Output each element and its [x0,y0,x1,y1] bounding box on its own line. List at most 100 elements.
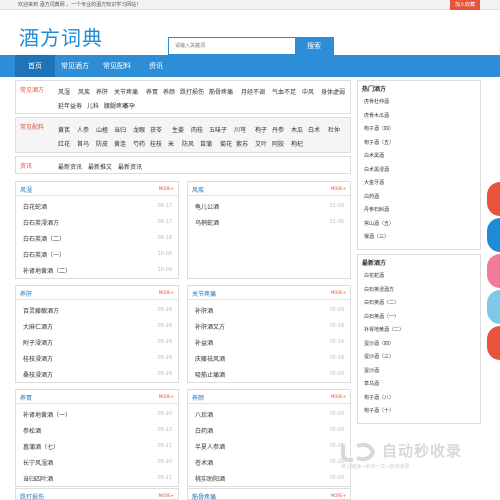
sidebar-item[interactable]: 补肾地黄酒（二） [364,326,404,333]
more-link[interactable]: MORE+ [159,394,174,399]
ingredient-tag[interactable]: 红花 [58,139,70,148]
recipe-tag[interactable]: 延年益寿 [58,101,82,110]
ingredient-tag[interactable]: 木瓜 [291,125,303,134]
sidebar-item[interactable]: 猴酒（三） [364,233,389,240]
list-item[interactable]: 菖蒲酒（七） [23,442,59,451]
ingredient-tag[interactable]: 防风 [182,139,194,148]
list-item[interactable]: 吸筋止痛酒 [195,370,225,379]
recipe-tag[interactable]: 养颜 [163,87,175,96]
recipe-tag[interactable]: 儿科 [87,101,99,110]
ingredient-tag[interactable]: 五味子 [209,125,227,134]
search-button[interactable]: 搜索 [295,38,333,54]
sidebar-item[interactable]: 白术黑浸酒 [364,166,389,173]
sidebar-item[interactable]: 蛋沙酒（三） [364,353,394,360]
list-item[interactable]: 参松酒 [23,426,41,435]
panel-title[interactable]: 养肝 [20,289,32,298]
list-item[interactable]: 补肾地黄酒（一） [23,410,71,419]
list-item[interactable]: 龟儿公酒 [195,202,219,211]
more-link[interactable]: MORE+ [159,290,174,295]
news-tag[interactable]: 最新推文 [88,162,112,171]
news-tag[interactable]: 最新资讯 [58,162,82,171]
sidebar-item[interactable]: 枸子酒（四） [364,125,394,132]
list-item[interactable]: 当归四叶酒 [23,474,53,483]
ingredient-tag[interactable]: 丹参 [272,125,284,134]
sidebar-item[interactable]: 常山酒（五） [364,220,394,227]
ingredient-tag[interactable]: 茯苓 [150,125,162,134]
list-item[interactable]: 桂枝浸酒方 [23,354,53,363]
list-item[interactable]: 半夏人参酒 [195,442,225,451]
list-item[interactable]: 补益酒 [195,338,213,347]
more-link[interactable]: MORE+ [331,290,346,295]
sidebar-item[interactable]: 白药酒 [364,193,379,200]
sidebar-item[interactable]: 白石英浸酒方 [364,286,394,293]
ingredient-tag[interactable]: 米 [168,139,174,148]
floating-side-button[interactable] [487,326,500,360]
ingredient-tag[interactable]: 杜仲 [328,125,340,134]
ingredient-tag[interactable]: 菊花 [220,139,232,148]
list-item[interactable]: 白石英酒（二） [23,234,65,243]
news-tag[interactable]: 最新资讯 [118,162,142,171]
recipe-tag[interactable]: 月经不调 [241,87,265,96]
sidebar-item[interactable]: 枸子酒（八） [364,394,394,401]
recipe-tag[interactable]: 风疾 [78,87,90,96]
nav-item-recipes[interactable]: 常见酒方 [55,55,95,77]
more-link[interactable]: MORE+ [331,394,346,399]
list-item[interactable]: 附子浸酒方 [23,338,53,347]
sidebar-item[interactable]: 白花蛇酒 [364,272,384,279]
list-item[interactable]: 补肝酒 [195,306,213,315]
list-item[interactable]: 庆藤祛风酒 [195,354,225,363]
ingredient-tag[interactable]: 黄芪 [58,125,70,134]
recipe-tag[interactable]: 不孕 [123,101,135,110]
ingredient-tag[interactable]: 阿胶 [272,139,284,148]
sidebar-item[interactable]: 虎骨木瓜酒 [364,112,389,119]
ingredient-tag[interactable]: 防皮 [96,139,108,148]
search-input[interactable] [169,38,295,54]
sidebar-item[interactable]: 白术黑酒 [364,152,384,159]
ingredient-tag[interactable]: 苗蒲 [200,139,212,148]
floating-side-button[interactable] [487,254,500,288]
sidebar-item[interactable]: 蛋沙酒 [364,367,379,374]
list-item[interactable]: 八珍酒 [195,410,213,419]
more-link[interactable]: MORE+ [331,493,346,498]
recipe-tag[interactable]: 气血不足 [272,87,296,96]
list-item[interactable]: 白药酒 [195,426,213,435]
list-item[interactable]: 白花蛇酒 [23,202,47,211]
panel-title[interactable]: 筋骨疼痛 [192,492,216,500]
ingredient-tag[interactable]: 桂枝 [150,139,162,148]
ingredient-tag[interactable]: 龙眼 [133,125,145,134]
ingredient-tag[interactable]: 白术 [308,125,320,134]
panel-title[interactable]: 养颜 [192,393,204,402]
ingredient-tag[interactable]: 黄连 [114,139,126,148]
sidebar-item[interactable]: 枸子酒（十） [364,407,394,414]
panel-title[interactable]: 风疾 [192,185,204,194]
recipe-tag[interactable]: 养胃 [146,87,158,96]
add-favorite-button[interactable]: 加入收藏 [450,0,480,10]
list-item[interactable]: 苍术酒 [195,458,213,467]
site-logo[interactable]: 酒方词典 [19,22,103,51]
recipe-tag[interactable]: 跌打损伤 [180,87,204,96]
sidebar-item[interactable]: 白石英酒（一） [364,313,399,320]
floating-side-button[interactable] [487,218,500,252]
list-item[interactable]: 桃实助阳酒 [195,474,225,483]
nav-item-home[interactable]: 首页 [15,55,55,77]
list-item[interactable]: 乌梢蛇酒 [195,218,219,227]
list-item[interactable]: 桑枝浸酒方 [23,370,53,379]
ingredient-tag[interactable]: 人参 [77,125,89,134]
list-item[interactable]: 补肾地黄酒（二） [23,266,71,275]
ingredient-tag[interactable]: 当归 [114,125,126,134]
sidebar-item[interactable]: 大金牙酒 [364,179,384,186]
ingredient-tag[interactable]: 紫苏 [236,139,248,148]
floating-side-button[interactable] [487,290,500,324]
list-item[interactable]: 白石英浸酒方 [23,218,59,227]
list-item[interactable]: 补肝酒又方 [195,322,225,331]
list-item[interactable]: 大麻仁酒方 [23,322,53,331]
ingredient-tag[interactable]: 山楂 [96,125,108,134]
ingredient-tag[interactable]: 川芎 [234,125,246,134]
more-link[interactable]: MORE+ [159,493,174,498]
ingredient-tag[interactable]: 生姜 [172,125,184,134]
panel-title[interactable]: 关节疼痛 [192,289,216,298]
sidebar-item[interactable]: 虎骨杜仲酒 [364,98,389,105]
panel-title[interactable]: 风湿 [20,185,32,194]
floating-side-button[interactable] [487,182,500,216]
sidebar-item[interactable]: 丹参石斛酒 [364,206,389,213]
